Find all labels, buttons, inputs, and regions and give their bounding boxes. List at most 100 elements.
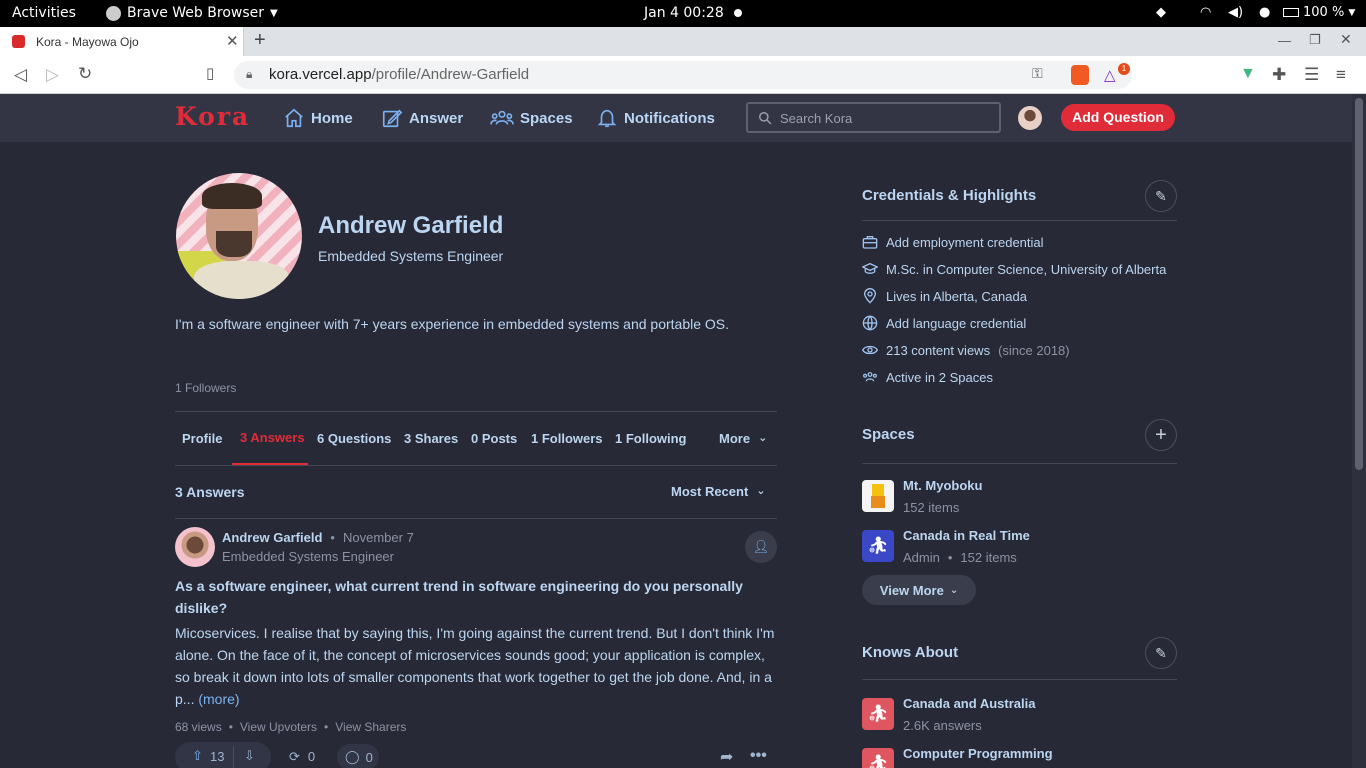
close-window-icon[interactable]: ✕ xyxy=(1340,31,1352,48)
bookmark-icon[interactable]: ▯ xyxy=(206,66,214,81)
spaces-heading: Spaces xyxy=(862,426,915,443)
sort-label: Most Recent xyxy=(671,484,749,499)
profile-name: Andrew Garfield xyxy=(318,212,504,239)
edit-credentials-button[interactable]: ✎ xyxy=(1145,180,1177,212)
tab-posts[interactable]: 0 Posts xyxy=(471,431,517,446)
more-options-icon[interactable]: ••• xyxy=(750,747,767,765)
nav-spaces[interactable]: Spaces xyxy=(490,105,573,131)
nav-answer[interactable]: Answer xyxy=(381,105,463,131)
nav-notifications-label: Notifications xyxy=(624,109,715,127)
space-avatar-canada[interactable]: ⛹︎ xyxy=(862,530,894,562)
tab-questions[interactable]: 6 Questions xyxy=(317,431,391,446)
add-question-button[interactable]: Add Question xyxy=(1061,104,1175,131)
tab-shares[interactable]: 3 Shares xyxy=(404,431,458,446)
space-name[interactable]: Mt. Myoboku xyxy=(903,478,982,493)
space-name[interactable]: Canada in Real Time xyxy=(903,528,1030,543)
credential-text: 213 content views xyxy=(886,342,991,358)
new-tab-icon[interactable]: + xyxy=(254,29,266,52)
location-pin-icon xyxy=(863,288,877,304)
brave-shields-icon[interactable] xyxy=(1071,65,1089,85)
nav-home-label: Home xyxy=(311,109,353,127)
people-icon: ⛹︎ xyxy=(867,704,889,723)
view-sharers-link[interactable]: View Sharers xyxy=(335,720,406,734)
forward-icon[interactable]: ▷ xyxy=(46,66,59,83)
credential-location[interactable]: Lives in Alberta, Canada xyxy=(862,286,1027,306)
tab-profile[interactable]: Profile xyxy=(182,431,222,446)
follow-user-button[interactable]: 👤︎ xyxy=(745,531,777,563)
answer-date[interactable]: November 7 xyxy=(343,530,414,545)
upvote-icon[interactable]: ⇧ xyxy=(192,748,203,764)
credential-education[interactable]: M.Sc. in Computer Science, University of… xyxy=(862,259,1166,279)
divider xyxy=(862,463,1177,464)
nav-home[interactable]: Home xyxy=(283,105,353,131)
address-bar[interactable]: 🔒︎ kora.vercel.app/profile/Andrew-Garfie… xyxy=(234,61,1132,89)
brave-rewards-icon[interactable]: △ xyxy=(1104,66,1116,84)
credential-language[interactable]: Add language credential xyxy=(862,313,1026,333)
tab-more[interactable]: More ⌄ xyxy=(719,431,767,446)
reading-list-icon[interactable]: ☰ xyxy=(1304,66,1319,83)
comment-action[interactable]: ◯ 0 xyxy=(337,744,379,768)
share-icon[interactable]: ➦ xyxy=(720,747,733,767)
people-icon: ⛹︎ xyxy=(867,754,889,768)
vue-devtools-icon[interactable]: ▼ xyxy=(1240,65,1256,83)
browser-menu-icon[interactable]: ≡ xyxy=(1336,66,1346,83)
share-action[interactable]: ⟳ 0 xyxy=(289,749,315,765)
search-input[interactable]: Search Kora xyxy=(746,102,1001,133)
answer-author-line: Andrew Garfield • November 7 xyxy=(222,530,414,545)
user-avatar[interactable] xyxy=(1018,106,1042,130)
volume-icon[interactable]: ◀) xyxy=(1228,5,1243,20)
answer-excerpt: Micoservices. I realise that by saying t… xyxy=(175,625,775,707)
page-scrollbar[interactable] xyxy=(1352,94,1366,768)
caret-down-icon: ▼ xyxy=(1348,7,1356,18)
key-icon[interactable]: ⚿ xyxy=(1032,65,1043,82)
view-upvoters-link[interactable]: View Upvoters xyxy=(240,720,317,734)
tab-answers[interactable]: 3 Answers xyxy=(240,430,305,445)
extensions-icon[interactable]: ✚ xyxy=(1272,66,1286,83)
restore-icon[interactable]: ❐ xyxy=(1309,32,1321,48)
answer-author-name[interactable]: Andrew Garfield xyxy=(222,530,322,545)
topic-name[interactable]: Canada and Australia xyxy=(903,696,1035,711)
downvote-icon[interactable]: ⇩ xyxy=(244,748,255,764)
back-icon[interactable]: ◁ xyxy=(14,66,27,83)
microphone-icon[interactable]: ● xyxy=(1259,5,1270,20)
add-space-button[interactable]: + xyxy=(1145,419,1177,451)
dropbox-icon[interactable]: ◆ xyxy=(1156,5,1166,20)
view-more-spaces-button[interactable]: View More ⌄ xyxy=(862,575,976,605)
tab-followers[interactable]: 1 Followers xyxy=(531,431,603,446)
activities-button[interactable]: Activities xyxy=(12,5,76,21)
dot-separator: • xyxy=(330,530,335,545)
browser-tab[interactable]: Kora - Mayowa Ojo ✕ xyxy=(0,27,244,56)
reload-icon[interactable]: ↻ xyxy=(78,65,92,82)
space-avatar-myoboku[interactable] xyxy=(862,480,894,512)
battery-indicator[interactable]: 100 % ▼ xyxy=(1283,5,1355,20)
app-menu[interactable]: Brave Web Browser ▼ xyxy=(106,5,278,21)
sort-dropdown[interactable]: Most Recent ⌄ xyxy=(671,484,766,499)
kora-logo[interactable]: Kora xyxy=(175,102,250,131)
answer-question-title[interactable]: As a software engineer, what current tre… xyxy=(175,575,745,619)
read-more-link[interactable]: (more) xyxy=(198,691,239,707)
topic-avatar-programming[interactable]: ⛹︎ xyxy=(862,748,894,768)
edit-knows-about-button[interactable]: ✎ xyxy=(1145,637,1177,669)
tab-following[interactable]: 1 Following xyxy=(615,431,687,446)
profile-bio: I'm a software engineer with 7+ years ex… xyxy=(175,316,730,332)
dot-separator: • xyxy=(324,720,329,734)
comment-icon: ◯ xyxy=(345,749,360,764)
nav-notifications[interactable]: Notifications xyxy=(596,105,715,131)
pencil-icon: ✎ xyxy=(1155,645,1167,661)
reshare-icon: ⟳ xyxy=(289,749,300,764)
credential-spaces: Active in 2 Spaces xyxy=(862,367,993,387)
clock[interactable]: Jan 4 00:28 xyxy=(644,5,724,21)
answer-author-avatar[interactable] xyxy=(175,527,215,567)
topic-name[interactable]: Computer Programming xyxy=(903,746,1053,761)
wifi-icon[interactable]: ◠ xyxy=(1200,5,1211,20)
minimize-icon[interactable]: — xyxy=(1278,33,1291,48)
divider xyxy=(175,518,777,519)
close-tab-icon[interactable]: ✕ xyxy=(226,32,239,50)
search-placeholder: Search Kora xyxy=(780,111,853,126)
topic-avatar-canada-australia[interactable]: ⛹︎ xyxy=(862,698,894,730)
scrollbar-thumb[interactable] xyxy=(1355,98,1363,470)
credential-employment[interactable]: Add employment credential xyxy=(862,232,1044,252)
bell-icon xyxy=(597,109,617,128)
followers-count[interactable]: 1 Followers xyxy=(175,381,236,395)
home-icon xyxy=(285,108,303,128)
